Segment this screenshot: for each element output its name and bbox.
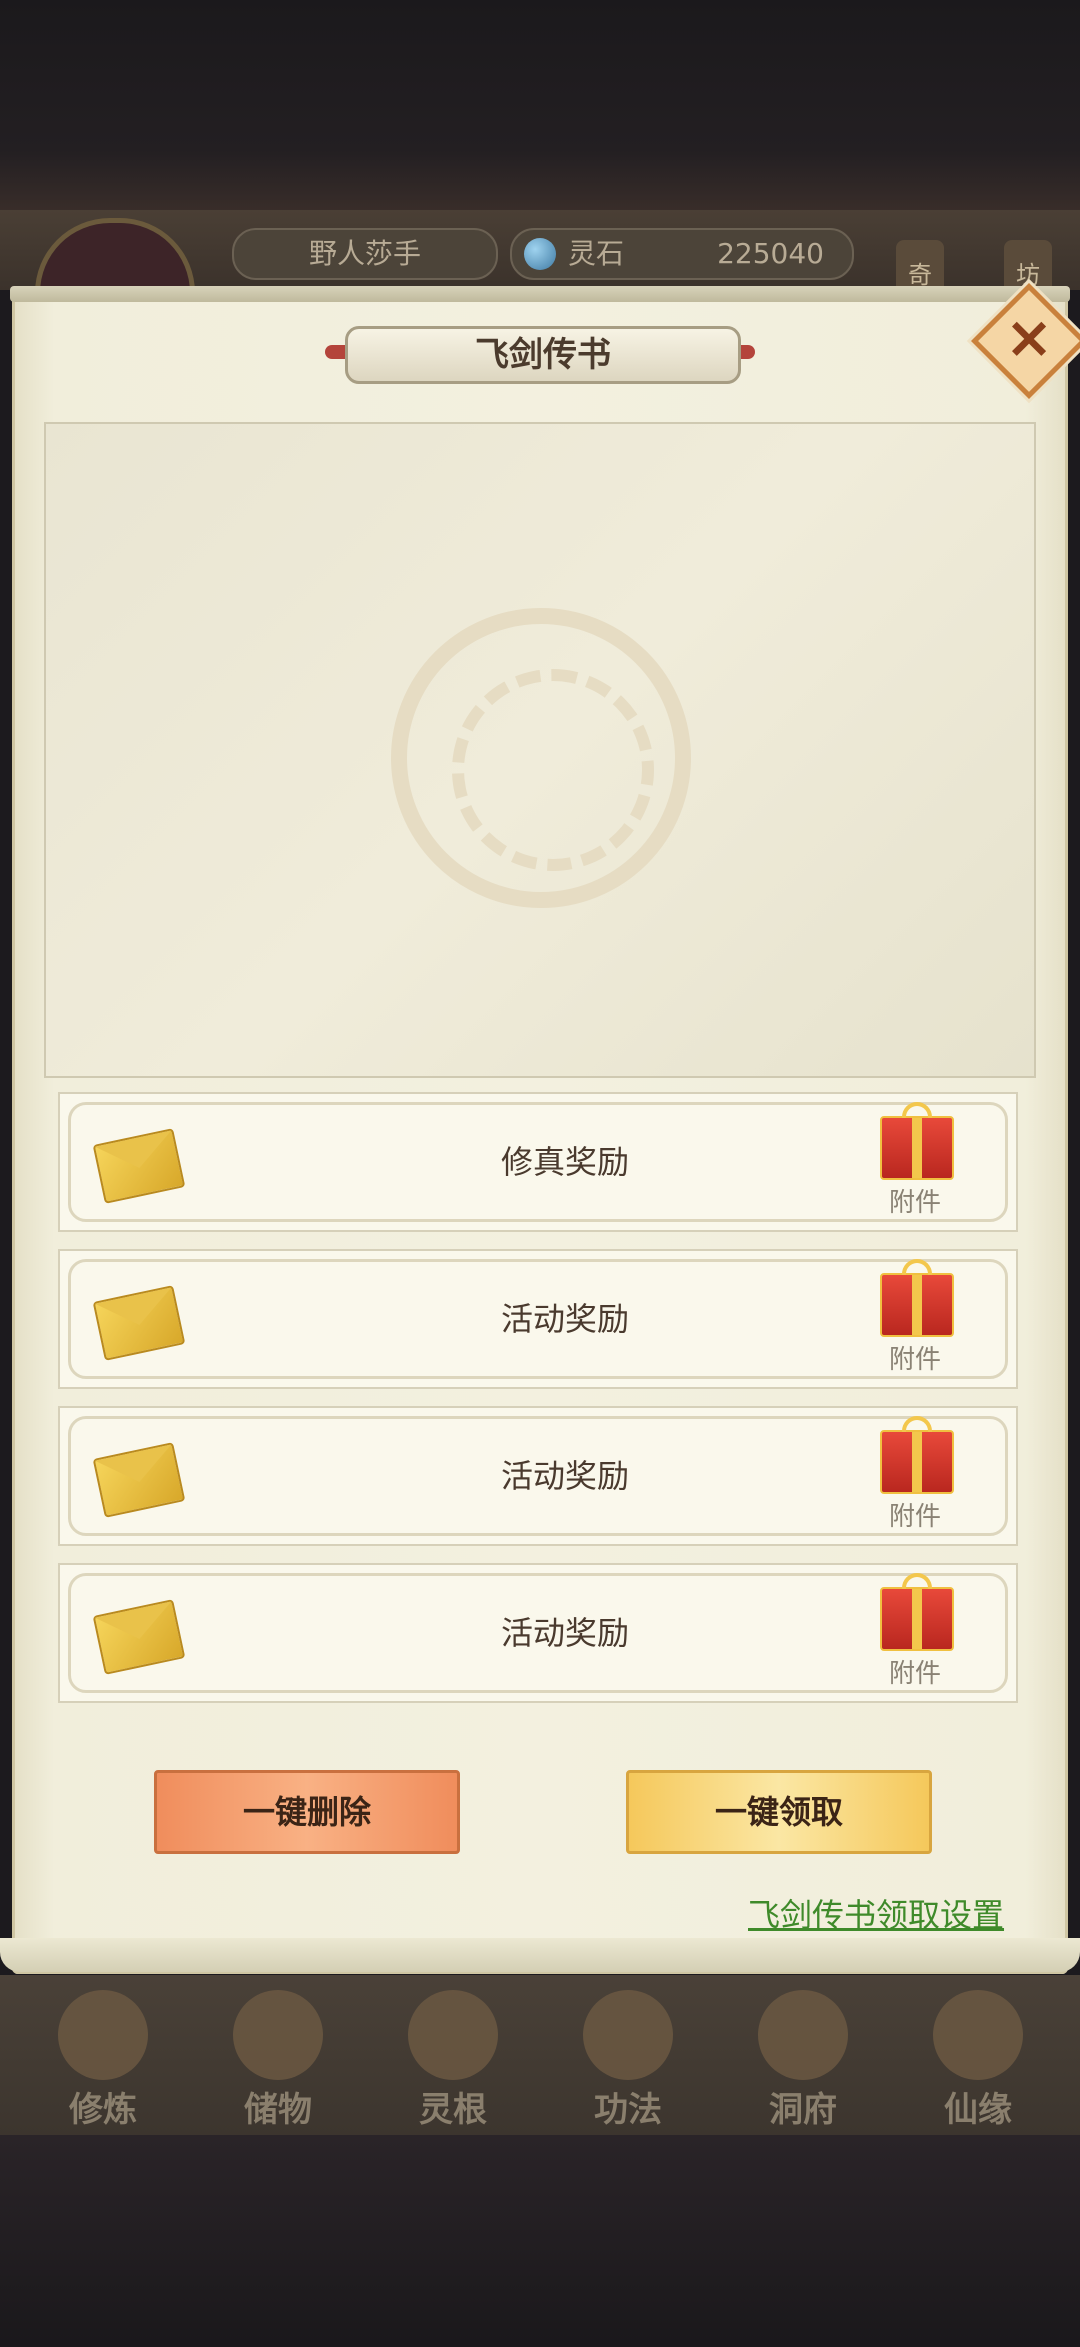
nav-label: 仙缘 [944, 2090, 1012, 2130]
delete-all-button[interactable]: 一键删除 [154, 1770, 460, 1854]
close-icon[interactable]: × [988, 296, 1070, 378]
nav-item-cultivate[interactable]: 修炼 [28, 1990, 178, 2130]
attachment-label: 附件 [888, 1502, 941, 1532]
mail-item[interactable]: 活动奖励 附件 [58, 1406, 1018, 1546]
dialog-title: 飞剑传书 [345, 326, 741, 384]
spirit-root-icon [408, 1990, 498, 2080]
dialog-title-banner: 飞剑传书 [325, 322, 755, 384]
claim-all-button[interactable]: 一键领取 [626, 1770, 932, 1854]
mail-title: 活动奖励 [500, 1614, 629, 1652]
mail-title: 活动奖励 [500, 1300, 629, 1338]
nav-item-immortal-fate[interactable]: 仙缘 [903, 1990, 1053, 2130]
emblem-inner-ring [452, 669, 654, 871]
cultivate-icon [58, 1990, 148, 2080]
nav-item-techniques[interactable]: 功法 [553, 1990, 703, 2130]
nav-label: 功法 [594, 2090, 662, 2130]
attachment-label: 附件 [888, 1345, 941, 1375]
spirit-stone-counter: 灵石 225040 [510, 228, 854, 280]
spirit-stone-icon [524, 238, 556, 270]
mail-title: 修真奖励 [500, 1143, 629, 1181]
background-top [0, 0, 1080, 215]
gourd-icon [933, 1990, 1023, 2080]
spirit-stone-label: 灵石 [568, 237, 625, 270]
nav-item-cave[interactable]: 洞府 [728, 1990, 878, 2130]
gift-box-icon [880, 1259, 954, 1337]
cave-gate-icon [758, 1990, 848, 2080]
cloud-emblem-watermark [391, 608, 691, 908]
scroll-bottom-rod [0, 1938, 1080, 1972]
nav-label: 洞府 [769, 2090, 837, 2130]
nav-label: 修炼 [69, 2090, 137, 2130]
nav-item-storage[interactable]: 储物 [203, 1990, 353, 2130]
mail-item[interactable]: 修真奖励 附件 [58, 1092, 1018, 1232]
storage-bag-icon [233, 1990, 323, 2080]
mail-claim-settings-link[interactable]: 飞剑传书领取设置 [748, 1890, 1004, 1936]
gift-box-icon [880, 1416, 954, 1494]
nav-label: 储物 [244, 2090, 312, 2130]
mail-content-area [44, 422, 1036, 1078]
mail-item[interactable]: 活动奖励 附件 [58, 1249, 1018, 1389]
attachment-label: 附件 [888, 1659, 941, 1689]
mail-item[interactable]: 活动奖励 附件 [58, 1563, 1018, 1703]
scroll-book-icon [583, 1990, 673, 2080]
mail-title: 活动奖励 [500, 1457, 629, 1495]
scroll-top-rod [10, 286, 1070, 302]
nav-label: 灵根 [419, 2090, 487, 2130]
gift-box-icon [880, 1573, 954, 1651]
spirit-stone-value: 225040 [717, 237, 824, 270]
player-name: 野人莎手 [232, 228, 498, 280]
nav-item-spirit-root[interactable]: 灵根 [378, 1990, 528, 2130]
gift-box-icon [880, 1102, 954, 1180]
background-bottom [0, 2135, 1080, 2347]
attachment-label: 附件 [888, 1188, 941, 1218]
